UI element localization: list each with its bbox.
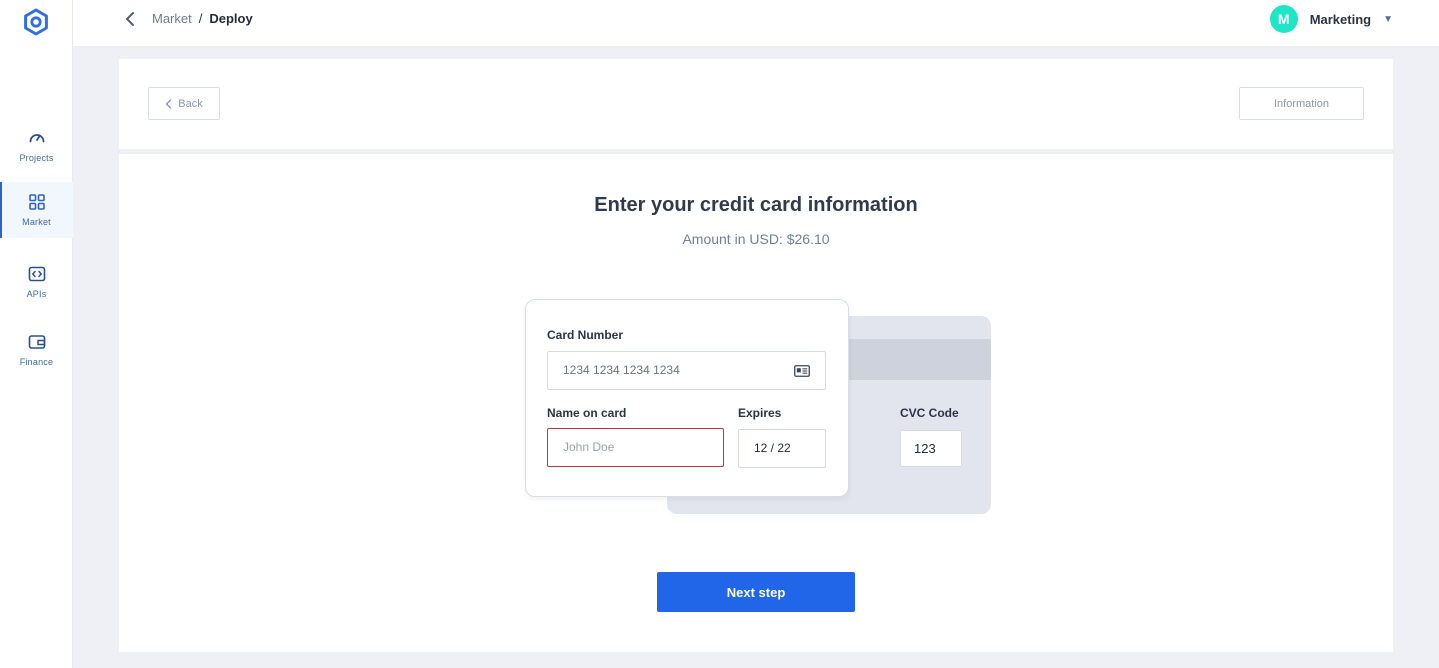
amount-text: Amount in USD: $26.10 [682, 231, 830, 247]
information-button[interactable]: Information [1239, 87, 1364, 120]
sidebar-item-apis[interactable]: APIs [0, 254, 73, 310]
payment-panel: Enter your credit card information Amoun… [119, 154, 1393, 652]
card-front: Card Number 1234 1234 1234 1234 Name on … [525, 299, 849, 497]
card-number-input[interactable]: 1234 1234 1234 1234 [547, 351, 826, 390]
breadcrumb-market-link[interactable]: Market [152, 11, 192, 26]
user-menu[interactable]: M Marketing ▼ [1269, 5, 1393, 33]
name-on-card-input[interactable]: John Doe [547, 428, 724, 467]
sidebar-item-label: Market [22, 217, 51, 227]
cvc-label: CVC Code [900, 406, 959, 420]
expires-input[interactable]: 12 / 22 [738, 429, 826, 468]
id-card-icon [794, 365, 810, 377]
sidebar-item-market[interactable]: Market [0, 182, 73, 238]
top-bar: Market / Deploy M Marketing ▼ [73, 0, 1439, 46]
code-brackets-icon [28, 266, 45, 282]
sidebar: Projects Market APIs Finance [0, 0, 73, 668]
back-button[interactable]: Back [148, 87, 220, 120]
breadcrumb-current: Deploy [209, 11, 253, 26]
wallet-icon [28, 335, 45, 349]
breadcrumb: Market / Deploy [152, 11, 253, 26]
name-on-card-label: Name on card [547, 406, 627, 420]
user-name: Marketing [1309, 11, 1372, 27]
card-number-placeholder: 1234 1234 1234 1234 [563, 363, 680, 377]
grid-icon [28, 194, 45, 210]
information-button-label: Information [1273, 97, 1330, 110]
breadcrumb-separator: / [198, 11, 203, 26]
page-title: Enter your credit card information [594, 194, 918, 216]
back-button-label: Back [178, 97, 203, 110]
sidebar-item-label: Projects [19, 153, 54, 163]
next-step-button[interactable]: Next step [657, 572, 855, 612]
chevron-left-icon [166, 98, 172, 109]
avatar: M [1269, 5, 1298, 33]
toolbar-panel: Back Information [119, 59, 1393, 149]
sidebar-item-label: APIs [26, 289, 47, 299]
card-number-label: Card Number [547, 328, 624, 342]
chevron-down-icon: ▼ [1383, 13, 1393, 25]
cvc-input[interactable]: 123 [900, 430, 962, 467]
sidebar-item-projects[interactable]: Projects [0, 118, 73, 174]
sidebar-item-label: Finance [19, 357, 54, 367]
app-logo-icon[interactable] [22, 8, 50, 36]
sidebar-item-finance[interactable]: Finance [0, 322, 73, 378]
speedometer-icon [29, 134, 44, 143]
expires-label: Expires [738, 406, 782, 420]
back-arrow-icon[interactable] [123, 11, 137, 27]
